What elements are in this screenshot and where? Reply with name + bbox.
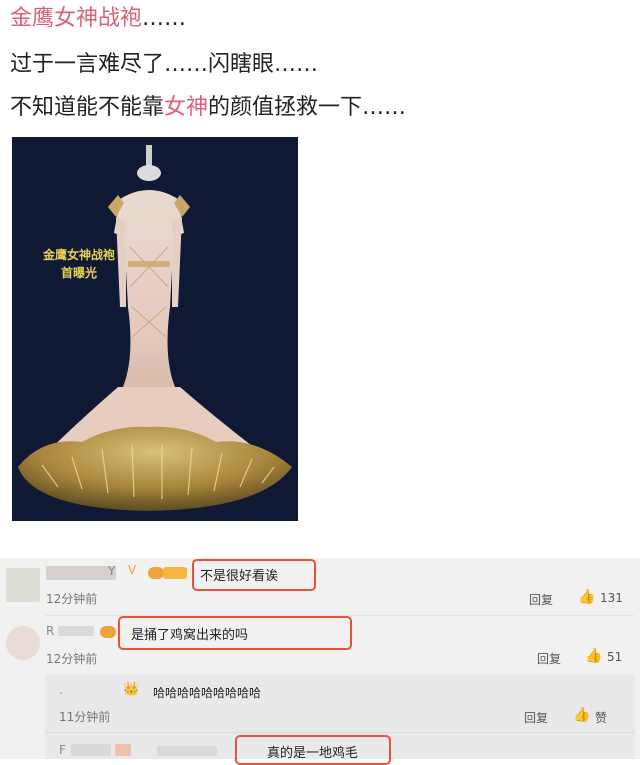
reply-time: 11分钟前	[59, 710, 111, 724]
divider	[45, 732, 635, 733]
highlight-box	[192, 559, 316, 591]
member-badge-icon	[148, 567, 164, 579]
comment-item: Y V 不是很好看诶 12分钟前 回复 👍 131	[0, 558, 640, 616]
crown-icon: 👑	[123, 682, 140, 697]
blurred-username	[58, 626, 94, 636]
comment-username[interactable]: Y	[108, 564, 115, 578]
reply-button[interactable]: 回复	[537, 650, 561, 667]
avatar[interactable]	[6, 568, 40, 602]
reply-button[interactable]: 回复	[524, 709, 548, 726]
like-label[interactable]: 赞	[595, 709, 607, 726]
gown-illustration	[18, 145, 292, 511]
rank-badge	[163, 567, 187, 579]
blurred-username	[71, 744, 111, 756]
comment-time: 12分钟前	[46, 592, 98, 606]
sub-replies: . 👑 哈哈哈哈哈哈哈哈哈 11分钟前 回复 👍 赞 F 真的是一地鸡毛	[45, 674, 635, 765]
post-line-2: 过于一言难尽了……闪瞎眼……	[10, 52, 319, 77]
comment-username[interactable]: R	[46, 624, 54, 638]
reply-text: 哈哈哈哈哈哈哈哈哈	[153, 686, 262, 700]
reply-button[interactable]: 回复	[529, 591, 553, 608]
highlight-text: 金鹰女神战袍	[10, 6, 143, 31]
blurred-badge	[115, 744, 131, 756]
post-line-3: 不知道能不能靠女神的颜值拯救一下……	[10, 93, 406, 123]
goddess-highlight: 女神	[164, 95, 209, 120]
blurred-username	[157, 746, 217, 756]
like-icon[interactable]: 👍	[578, 589, 595, 605]
verified-icon: V	[128, 563, 137, 577]
like-icon[interactable]: 👍	[585, 648, 602, 664]
member-badge-icon	[100, 626, 116, 638]
like-count: 51	[607, 650, 623, 664]
ellipsis: ……	[142, 6, 187, 31]
comments-section: Y V 不是很好看诶 12分钟前 回复 👍 131 R 是捅了鸡窝出来的吗 12…	[0, 558, 640, 765]
post-line-1: 金鹰女神战袍……	[10, 4, 186, 34]
blurred-username	[46, 566, 116, 580]
comment-item: R 是捅了鸡窝出来的吗 12分钟前 回复 👍 51	[0, 616, 640, 674]
image-caption: 金鹰女神战袍 首曝光	[34, 246, 124, 282]
highlight-box	[118, 616, 352, 650]
avatar[interactable]	[6, 626, 40, 660]
image-caption-line-2: 首曝光	[60, 266, 97, 280]
reply-username[interactable]: .	[59, 683, 63, 697]
line3-part-b: 的颜值拯救一下……	[208, 95, 407, 120]
image-caption-line-1: 金鹰女神战袍	[42, 248, 115, 262]
like-count: 131	[600, 591, 623, 605]
line3-part-a: 不知道能不能靠	[10, 95, 165, 120]
post-image[interactable]: 金鹰女神战袍 首曝光	[12, 137, 298, 521]
reply-username[interactable]: F	[59, 743, 66, 757]
like-icon[interactable]: 👍	[573, 707, 590, 723]
comment-time: 12分钟前	[46, 652, 98, 666]
highlight-box	[235, 735, 391, 765]
